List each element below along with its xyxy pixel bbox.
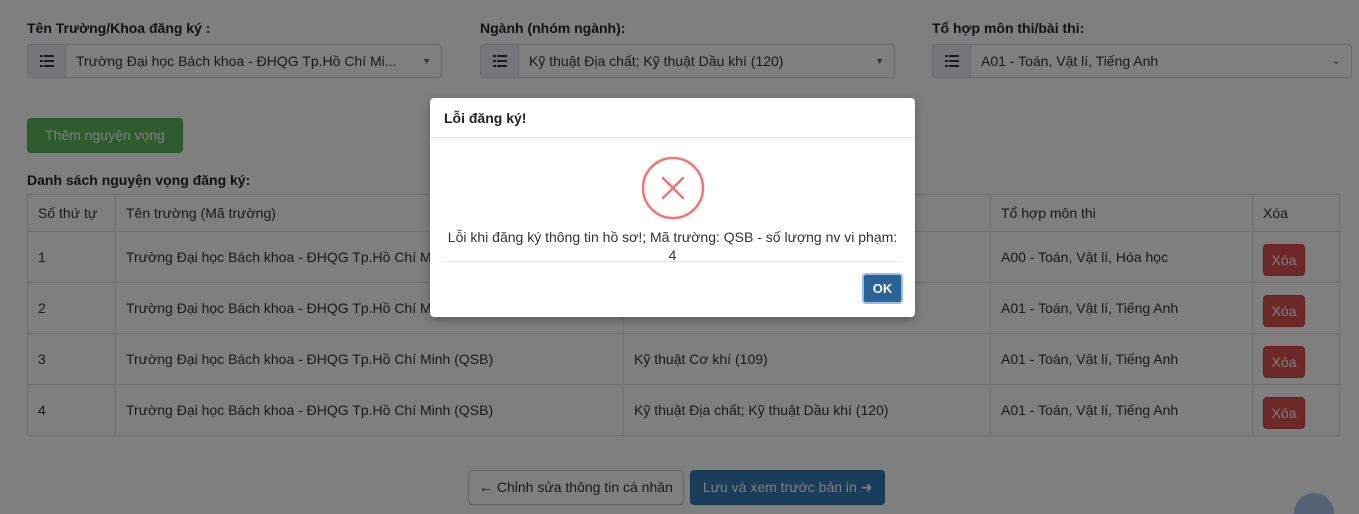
ok-button[interactable]: OK [862, 273, 903, 304]
error-x-icon [641, 156, 705, 220]
dialog-title: Lỗi đăng ký! [430, 98, 915, 138]
error-dialog: Lỗi đăng ký! Lỗi khi đăng ký thông tin h… [430, 98, 915, 317]
dialog-message: Lỗi khi đăng ký thông tin hồ sơ!; Mã trư… [447, 229, 898, 263]
dialog-divider [444, 261, 901, 262]
